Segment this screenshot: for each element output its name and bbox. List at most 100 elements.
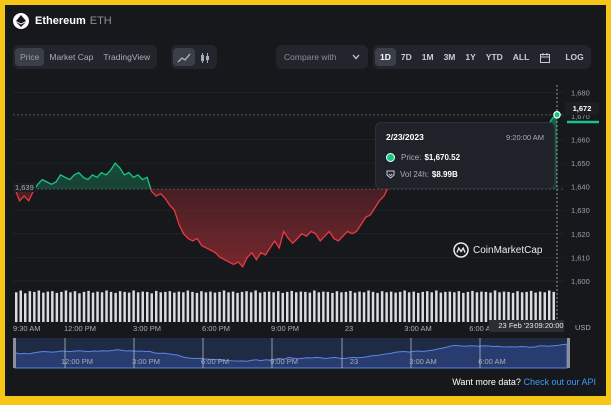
volume-bar xyxy=(538,291,542,322)
navigator-label: 23 xyxy=(350,357,358,366)
volume-bar xyxy=(245,291,248,322)
volume-bar xyxy=(105,290,108,322)
volume-bar xyxy=(109,291,113,322)
tooltip-volume-label: Vol 24h: xyxy=(400,170,429,179)
volume-bar xyxy=(286,291,289,322)
volume-bar xyxy=(367,290,370,322)
volume-bar xyxy=(159,292,162,323)
price-chart[interactable]: 1,6001,6101,6201,6301,6401,6501,6601,670… xyxy=(5,5,606,396)
volume-bar xyxy=(462,292,465,322)
volume-bar xyxy=(484,291,488,322)
y-axis: 1,6001,6101,6201,6301,6401,6501,6601,670… xyxy=(571,88,590,286)
y-tick-label: 1,660 xyxy=(571,136,590,145)
volume-bar xyxy=(51,291,54,322)
volume-bar xyxy=(218,291,221,322)
api-link[interactable]: Check out our API xyxy=(523,377,596,387)
volume-bar xyxy=(272,292,275,323)
volume-bar xyxy=(398,291,402,322)
volume-bar xyxy=(150,293,153,322)
volume-bars xyxy=(15,290,555,323)
volume-bar xyxy=(543,292,546,323)
x-tick-label: 9:30 AM xyxy=(13,324,41,333)
volume-bar xyxy=(344,291,348,322)
hover-point xyxy=(553,110,561,119)
volume-bar xyxy=(96,291,99,322)
volume-bar xyxy=(209,291,212,322)
volume-bar xyxy=(313,290,316,322)
volume-bar xyxy=(385,292,388,323)
volume-bar xyxy=(200,291,203,322)
volume-bar xyxy=(263,291,266,322)
time-navigator[interactable]: 12:00 PM 3:00 PM 6:00 PM 9:00 PM 23 3:00 AM 6:… xyxy=(13,338,570,369)
y-tick-label: 1,610 xyxy=(571,253,590,262)
coinmarketcap-watermark: CoinMarketCap xyxy=(453,242,542,258)
volume-bar xyxy=(136,292,140,323)
volume-bar xyxy=(123,291,126,322)
volume-bar xyxy=(340,292,343,323)
volume-bar xyxy=(435,290,438,322)
volume-bar xyxy=(182,292,185,323)
volume-bar xyxy=(254,290,257,322)
volume-bar xyxy=(69,292,72,323)
volume-bar xyxy=(308,292,312,322)
current-price-label: 1,672 xyxy=(565,102,599,115)
tooltip-price-label: Price: xyxy=(401,153,422,162)
volume-bar xyxy=(412,291,415,322)
price-dot-icon xyxy=(386,153,395,162)
volume-bar xyxy=(127,292,131,322)
current-price-marker xyxy=(567,120,599,124)
x-tick-label: 3:00 PM xyxy=(133,324,161,333)
volume-bar xyxy=(290,290,293,323)
volume-bar xyxy=(335,291,339,322)
volume-bar xyxy=(326,291,330,322)
currency-label: USD xyxy=(575,323,591,332)
volume-bar xyxy=(33,291,36,322)
x-tick-label: 23 xyxy=(345,324,353,333)
volume-bar xyxy=(82,291,86,322)
volume-bar xyxy=(258,292,262,322)
volume-bar xyxy=(417,292,420,322)
volume-bar xyxy=(227,292,230,323)
y-tick-label: 1,600 xyxy=(571,277,590,286)
volume-bar xyxy=(24,293,27,322)
x-tick-label: 12:00 PM xyxy=(64,324,96,333)
volume-bar xyxy=(60,291,63,322)
watermark-text: CoinMarketCap xyxy=(473,244,543,256)
volume-bar xyxy=(204,292,208,323)
y-tick-label: 1,650 xyxy=(571,159,590,168)
volume-bar xyxy=(155,290,158,323)
volume-bar xyxy=(525,291,528,322)
volume-bar xyxy=(173,292,176,322)
volume-bar xyxy=(299,291,303,322)
navigator-handle-left[interactable] xyxy=(13,338,16,368)
volume-bar xyxy=(403,290,406,322)
coinmarketcap-logo-icon xyxy=(453,242,469,258)
volume-bar xyxy=(421,291,424,322)
tooltip-price-value: $1,670.52 xyxy=(424,153,461,162)
volume-bar xyxy=(362,292,366,323)
volume-bar xyxy=(222,290,226,322)
volume-bar xyxy=(114,292,117,322)
x-tick-label: 3:00 AM xyxy=(404,324,432,333)
volume-bar xyxy=(195,292,199,322)
volume-bar xyxy=(439,292,443,322)
volume-bar xyxy=(371,291,375,322)
volume-bar xyxy=(407,292,411,323)
volume-bar xyxy=(118,291,122,322)
volume-bar xyxy=(213,292,217,322)
volume-bar xyxy=(141,291,144,322)
navigator-label: 9:00 PM xyxy=(270,357,298,366)
navigator-handle-right[interactable] xyxy=(567,338,570,368)
volume-bar xyxy=(277,291,280,322)
volume-bar xyxy=(37,290,41,322)
volume-bar xyxy=(281,292,284,322)
volume-bar xyxy=(394,292,397,322)
volume-bar xyxy=(389,291,393,322)
volume-bar xyxy=(240,291,244,322)
footer-text: Want more data? xyxy=(452,377,521,387)
tooltip-volume-value: $8.99B xyxy=(431,170,458,179)
tooltip-volume-row: Vol 24h: $8.99B xyxy=(386,170,458,179)
volume-bar xyxy=(164,291,167,322)
navigator-label: 3:00 AM xyxy=(409,357,437,366)
volume-bar xyxy=(548,290,551,322)
